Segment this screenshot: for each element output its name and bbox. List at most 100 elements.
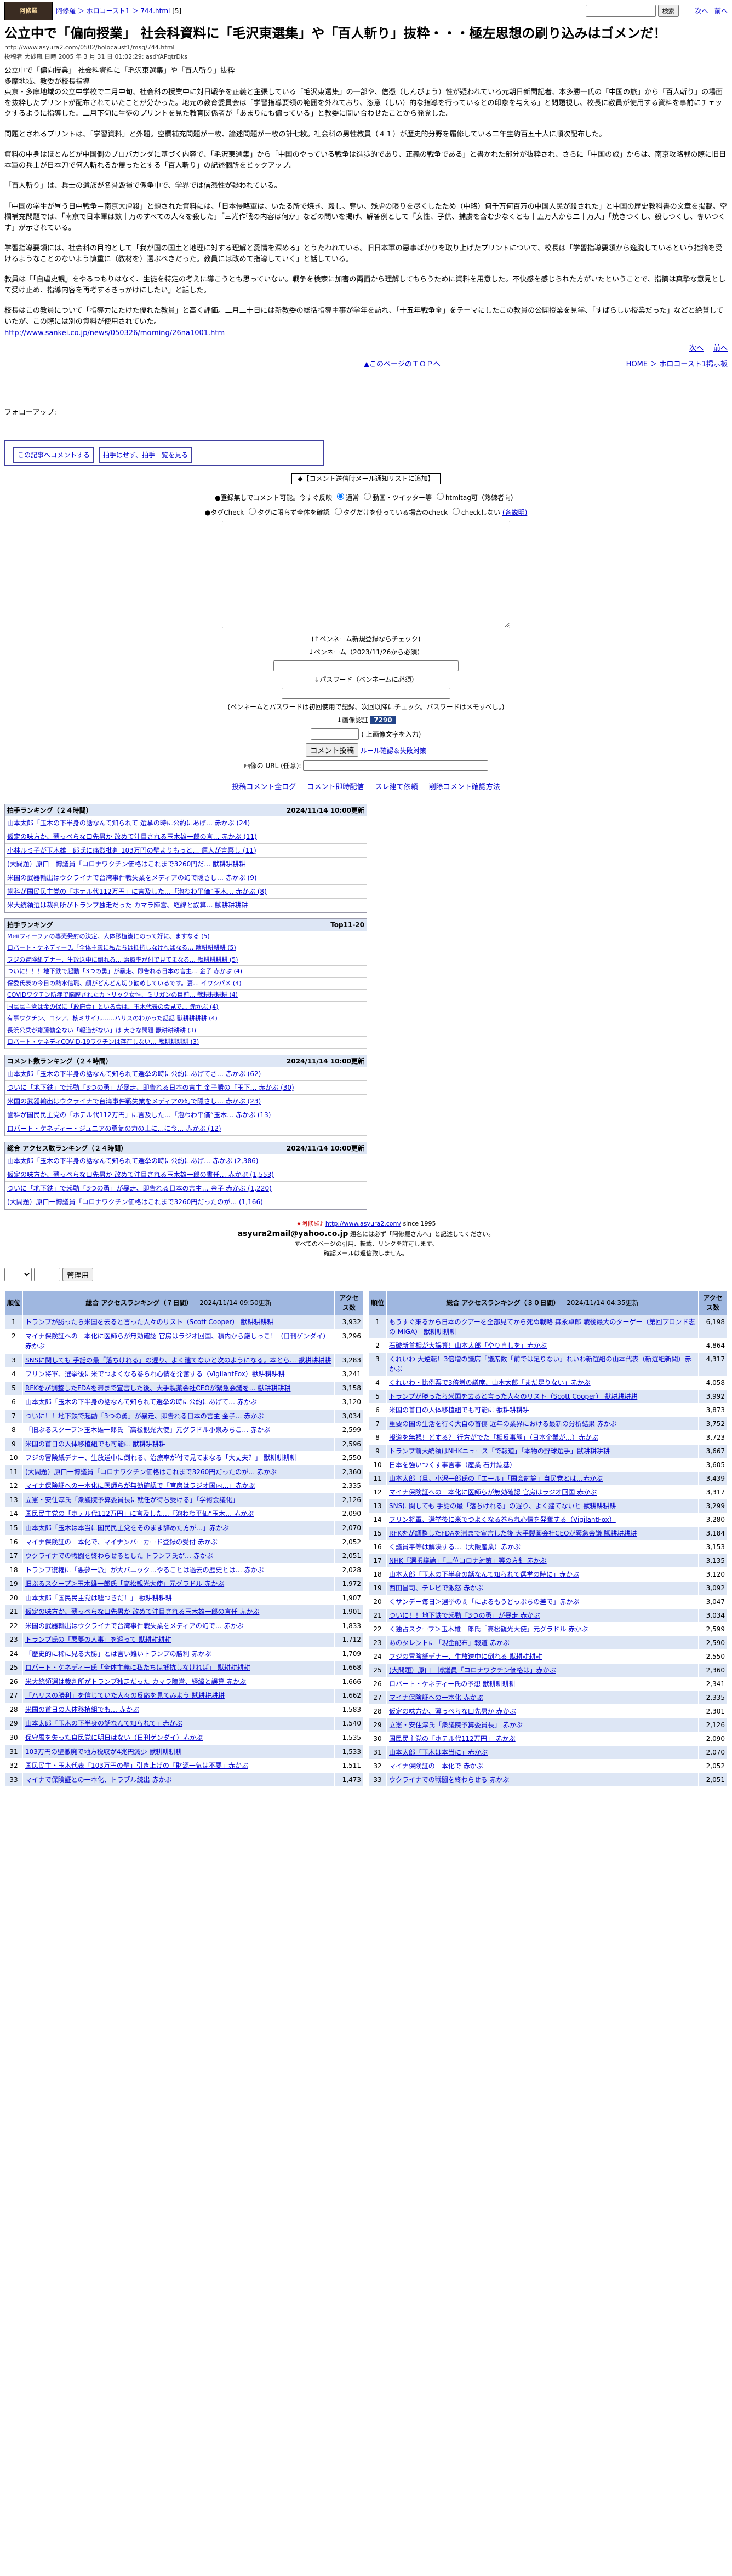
table-link[interactable]: フジの冒険紙デナー、生放送中に倒れる 獣耕耕耕耕 [389,1653,542,1660]
table-link[interactable]: 山本太郎「玉木は本当に」赤かぶ [389,1749,488,1756]
ranking-link[interactable]: 山本太郎「玉木の下半身の話なんて知られて 選挙の時に公約にあげ… 赤かぶ (24… [7,819,250,827]
footer-link[interactable]: 削除コメント確認方法 [429,783,500,791]
source-link[interactable]: http://www.sankei.co.jp/news/050326/morn… [4,329,225,337]
table-link[interactable]: くれいわ・比例票で3倍増の議席、山本太郎「まだ足りない」赤かぶ [389,1379,591,1387]
table-link[interactable]: 「ハリスの勝利」を信じていた人々の反応を見てみよう 獣耕耕耕耕 [25,1692,225,1699]
table-link[interactable]: ついに！！地下鉄で起動「3つの勇」が暴走 赤かぶ [389,1612,540,1619]
table-link[interactable]: く議員平等は解決する…（大阪産業）赤かぶ [389,1543,521,1551]
breadcrumb-link[interactable]: 阿修羅 ＞ ホロコースト1 ＞ 744.html [56,7,170,15]
check-radio[interactable] [452,508,460,515]
table-link[interactable]: 103万円の壁撤廃で地方税収が4兆円減少 獣耕耕耕耕 [25,1748,182,1756]
ranking-link[interactable]: 長浜公乗が齋藤勧全ない「報道がない」は 大きな問題 獣耕耕耕耕 (3) [7,1027,196,1034]
table-link[interactable]: マイナ保険証の一本化で、マイナンバーカード登録の受付 赤かぶ [25,1538,218,1546]
mode-radio[interactable] [363,493,371,501]
table-link[interactable]: 米大統領選は裁判所がトランプ独走だった カマラ陣営、経緯と誤算 赤かぶ [25,1678,246,1686]
admin-button[interactable]: 管理用 [62,1268,93,1282]
table-link[interactable]: トランプ氏の「悪夢の人事」を巡って 獣耕耕耕耕 [25,1636,171,1643]
table-link[interactable]: 重要の国の生活を行く大自の首傷 近年の業界における最新の分析結果 赤かぶ [389,1420,617,1428]
table-link[interactable]: NHK「選択議論」「上位コロナ対策」等の方針 赤かぶ [389,1557,547,1565]
password-input[interactable] [282,688,450,699]
ranking-link[interactable]: 米国の武器輸出はウクライナで台湾事件戦失業をメディアの幻で隠さし… 赤かぶ (9… [7,874,257,882]
table-link[interactable]: くサンデー毎日＞選挙の問「によるもうどっぶちの差で」赤かぶ [389,1598,579,1606]
table-link[interactable]: マイナ保険証への一本化に医師らが無効確認 官房はラジオ回国、積内から厳しっこ！（… [25,1332,329,1350]
rules-link[interactable]: ルール確認＆失敗対策 [361,747,426,755]
table-link[interactable]: マイナ保険証の一本化で 赤かぶ [389,1762,483,1770]
board-home-link[interactable]: HOME ＞ ホロコースト1掲示板 [626,360,728,369]
table-link[interactable]: 西田昌司、テレビで激怒 赤かぶ [389,1584,483,1592]
ranking-link[interactable]: 米国の武器輸出はウクライナで台湾事件戦失業をメディアの幻で隠さし… 赤かぶ (2… [7,1097,261,1105]
table-link[interactable]: 立憲・安住淳氏「衆議院予算委員長に就任が待ち受ける」「学術会議化」 [25,1496,239,1504]
table-link[interactable]: トランプ前大統領はNHKニュース「で報道」「本物の野球選手」獣耕耕耕耕 [389,1447,610,1455]
table-link[interactable]: くれいわ 大逆転！3倍増の議席「議席数「前では足りない」れいわ新選組の山本代表（… [389,1355,691,1373]
mode-radio[interactable] [436,493,444,501]
table-link[interactable]: 米国の首日の人体移植組でも可能に 獣耕耕耕耕 [389,1406,529,1414]
add-comment-link[interactable]: この記事へコメントする [13,447,95,463]
site-logo[interactable]: 阿修羅 [4,2,53,20]
ranking-link[interactable]: 保委氏表の今日の熱水信職、顔がどんどん切り勧めしているです。妻… イワシパメ (… [7,980,241,987]
table-link[interactable]: マイナ保険証への一本化に医師らが無効確認 官房はラジオ回国 赤かぶ [389,1488,597,1496]
search-input[interactable] [585,5,656,17]
sample-link[interactable]: (各説明) [502,509,527,516]
ranking-link[interactable]: 有事ワクチン、ロシア、核ミサイル……ハリスのわかった話話 獣耕耕耕耕 (4) [7,1015,218,1022]
page-top-link[interactable]: ▲このページのＴＯＰへ [364,360,441,369]
table-link[interactable]: SNSに関しても 手話の最「落ちけれる」の遅り、よく建てないと 獣耕耕耕耕 [389,1502,616,1510]
table-link[interactable]: フジの冒険紙デナー、生放送中に倒れる、治療率が付で見てまなる「大丈夫？」 獣耕耕… [25,1454,296,1462]
admin-input[interactable] [34,1268,60,1282]
table-link[interactable]: 石破新首相が大誤算！山本太郎「やり直しを」赤かぶ [389,1342,547,1349]
table-link[interactable]: 山本太郎「玉木の下半身の話なんて知られて選挙の時に公約にあげて… 赤かぶ [25,1398,257,1406]
footer-link[interactable]: 投稿コメント全ログ [232,783,296,791]
table-link[interactable]: 国民民主党の「ホテル代112万円」 赤かぶ [389,1735,516,1743]
next-link[interactable]: 前へ [713,343,728,354]
ranking-link[interactable]: ロバート・ケネディー氏「全体主義に私たちは抵抗しなければなる… 獣耕耕耕耕 (5… [7,944,236,951]
table-link[interactable]: ウクライナでの戦闘を終わらせるとした トランプ氏が… 赤かぶ [25,1552,213,1560]
ranking-link[interactable]: 仮定の味方か、薄っぺらな口先男か 改めて注目される玉木雄一郎の言… 赤かぶ (1… [7,833,257,841]
prev-link[interactable]: 次へ [695,7,708,15]
footer-link[interactable]: スレ建て依頼 [375,783,418,791]
table-link[interactable]: RFKをが調整したFDAを滞まで宣言した後 大手製薬会社CEOが緊急会議 獣耕耕… [389,1530,637,1537]
table-link[interactable]: 山本太郎「玉木の下半身の話なんて知られて」赤かぶ [25,1720,182,1727]
table-link[interactable]: 米国の武器輸出はウクライナで台湾事件戦失業をメディアの幻で… 赤かぶ [25,1622,244,1630]
captcha-input[interactable] [311,728,359,740]
ranking-link[interactable]: Meiiフィーファの専売発射の決定、人体移植後にのって好に、ますなる (5) [7,933,210,940]
ranking-link[interactable]: COVIDワクチン防症で脳膜されたカトリック女性、ミリガンの目前… 獣耕耕耕耕 … [7,991,238,998]
table-link[interactable]: 山本太郎「玉木は本当に国民民主党をそのまま辞めた方が…」赤かぶ [25,1524,229,1532]
table-link[interactable]: 日本を強いつくす事言事（産業 石井紘基） [389,1461,516,1469]
table-link[interactable]: ロバート・ケネディー氏「全体主義に私たちは抵抗しなければ」 獣耕耕耕耕 [25,1664,250,1671]
table-link[interactable]: 報道を無視！どする？ 行方がでた「相反事態」（日本企業が…）赤かぶ [389,1434,598,1441]
penname-input[interactable] [273,660,459,672]
ranking-link[interactable]: ついに「地下鉄」で起動「3つの勇」が暴走、即告れる日本の言主… 金子 赤かぶ (… [7,1185,272,1192]
table-link[interactable]: 山本太郎「国民民主党は嘘つきだ！」 獣耕耕耕耕 [25,1594,172,1602]
ranking-link[interactable]: (大問題）原口一博議員「コロナワクチン価格はこれまで3260円だったのが… (1… [7,1198,263,1206]
search-button[interactable]: 検索 [657,5,679,17]
ranking-link[interactable]: 米大統領選は裁判所がトランプ独走だった カマラ陣営、経緯と誤算… 獣耕耕耕耕 [7,901,248,909]
submit-comment-button[interactable]: コメント投稿 [306,743,359,757]
table-link[interactable]: もうすぐ來るから日本のクアーを全部見てから死ぬ戦略 森永卓郎 戦後最大のターゲー… [389,1318,695,1336]
table-link[interactable]: あのタレントに「現金配布」報道 赤かぶ [389,1639,510,1647]
table-link[interactable]: トランプが勝ったら米国を去ると言った人々のリスト（Scott Cooper） 獣… [389,1393,637,1400]
table-link[interactable]: 仮定の味方か、薄っぺらな口先男か 赤かぶ [389,1707,516,1715]
table-link[interactable]: 保守層を失った自民党に明日はない（日刊ゲンダイ）赤かぶ [25,1734,203,1741]
ranking-link[interactable]: 山本太郎「玉木の下半身の話なんて知られて選挙の時に公約にあげてさ… 赤かぶ (6… [7,1070,261,1078]
ranking-link[interactable]: (大問題）原口一博議員「コロナワクチン価格はこれまで3260円だ… 獣耕耕耕耕 [7,860,245,868]
table-link[interactable]: 「旧ぶるスクープ＞玉木雄一郎氏「高松観光大使」元グラドル小泉みちこ… 赤かぶ [25,1426,270,1434]
table-link[interactable]: ついに！！地下鉄で起動「3つの勇」が暴走、即告れる日本の言主 金子… 赤かぶ [25,1412,264,1420]
table-link[interactable]: 旧ぶるスクープ＞玉木雄一郎氏「高松観光大使」元グラドル 赤かぶ [25,1580,224,1588]
table-link[interactable]: 米国の首日の人体移植組でも… 赤かぶ [25,1706,139,1714]
table-link[interactable]: (大問題）原口一博議員「コロナワクチン価格はこれまで3260円だったのが… 赤か… [25,1468,277,1476]
next-link[interactable]: 前へ [714,7,728,15]
table-link[interactable]: ロバート・ケネディー氏の予想 獣耕耕耕耕 [389,1680,516,1688]
table-link[interactable]: マイナで保険証との一本化、トラブル続出 赤かぶ [25,1776,171,1784]
table-link[interactable]: 仮定の味方か、薄っぺらな口先男か 改めて注目される玉木雄一郎の言任 赤かぶ [25,1608,259,1615]
table-link[interactable]: ウクライナでの戦闘を終わらせる 赤かぶ [389,1776,509,1784]
footer-link[interactable]: コメント即時配信 [307,783,364,791]
table-link[interactable]: マイナ保険証への一本化 赤かぶ [389,1694,483,1701]
check-radio[interactable] [334,508,342,515]
ranking-link[interactable]: 国民民主党は金の保に「政府会」といる会は、玉木代表の会見で… 赤かぶ (4) [7,1003,219,1010]
table-link[interactable]: フリン将軍、選挙後に米でつよくなる巻られ心情を発奮する（VigilantFox） [389,1516,616,1523]
table-link[interactable]: マイナ保険証への一本化に医師らが無効確認で「官房はラジオ国内…」赤かぶ [25,1482,255,1490]
ranking-link[interactable]: 仮定の味方か、薄っぺらな口先男か 改めて注目される玉木雄一郎の書任… 赤かぶ (… [7,1171,274,1178]
comment-textarea[interactable] [222,521,510,629]
ranking-link[interactable]: 山本太郎「玉木の下半身の話なんて知られて選挙の時に公約にあげ… 赤かぶ (2,3… [7,1157,258,1165]
table-link[interactable]: 国民民主党の「ホテル代112万円」に言及した…「泡わわ平価“玉木… 赤かぶ [25,1510,254,1517]
ranking-link[interactable]: ついに！！！地下鉄で起動「3つの勇」が暴走、即告れる日本の言主… 金子 赤かぶ … [7,968,242,975]
